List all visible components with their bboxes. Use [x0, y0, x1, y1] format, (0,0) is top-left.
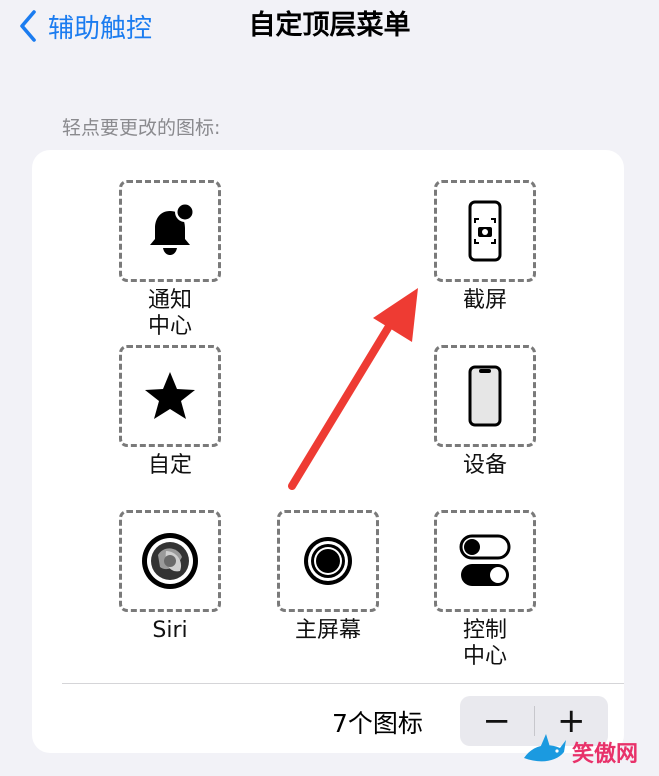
top-menu-card: 通知 中心 截屏 自定 设备 Siri 主屏幕 控制 中心 7个图标 − +	[32, 150, 624, 753]
slot-label: 通知 中心	[147, 288, 192, 339]
slot-label: 控制 中心	[462, 618, 507, 669]
slot-device-button[interactable]	[434, 345, 536, 447]
slot-screenshot: 截屏	[430, 180, 540, 314]
slot-label: 主屏幕	[294, 618, 361, 643]
slot-label: 设备	[462, 453, 507, 478]
slot-label: 自定	[147, 453, 192, 478]
slot-siri-button[interactable]	[119, 510, 221, 612]
slot-device: 设备	[430, 345, 540, 479]
slot-notification-center: 通知 中心	[115, 180, 225, 340]
icon-count-label: 7个图标	[332, 709, 423, 738]
slot-control-center: 控制 中心	[430, 510, 540, 670]
shark-logo-icon	[524, 734, 566, 762]
notification-bell-icon	[150, 202, 195, 255]
star-icon	[145, 372, 195, 419]
slot-label: 截屏	[462, 288, 507, 313]
watermark-logo: 笑傲网	[522, 728, 659, 776]
watermark-text: 笑傲网	[572, 742, 639, 767]
navigation-bar: 辅助触控 自定顶层菜单	[0, 0, 659, 60]
divider	[62, 683, 624, 684]
control-center-toggles-icon	[459, 534, 511, 586]
section-label: 轻点要更改的图标:	[62, 117, 221, 139]
slot-screenshot-button[interactable]	[434, 180, 536, 282]
slot-home: 主屏幕	[273, 510, 383, 644]
screenshot-icon	[468, 200, 502, 262]
slot-home-button[interactable]	[277, 510, 379, 612]
slot-control-center-button[interactable]	[434, 510, 536, 612]
slot-label: Siri	[152, 618, 188, 643]
slot-siri: Siri	[115, 510, 225, 644]
slot-custom-button[interactable]	[119, 345, 221, 447]
siri-icon	[142, 533, 198, 589]
slot-custom: 自定	[115, 345, 225, 479]
slot-notification-center-button[interactable]	[119, 180, 221, 282]
device-phone-icon	[468, 365, 502, 427]
page-title: 自定顶层菜单	[248, 10, 411, 41]
home-button-icon	[304, 537, 352, 585]
